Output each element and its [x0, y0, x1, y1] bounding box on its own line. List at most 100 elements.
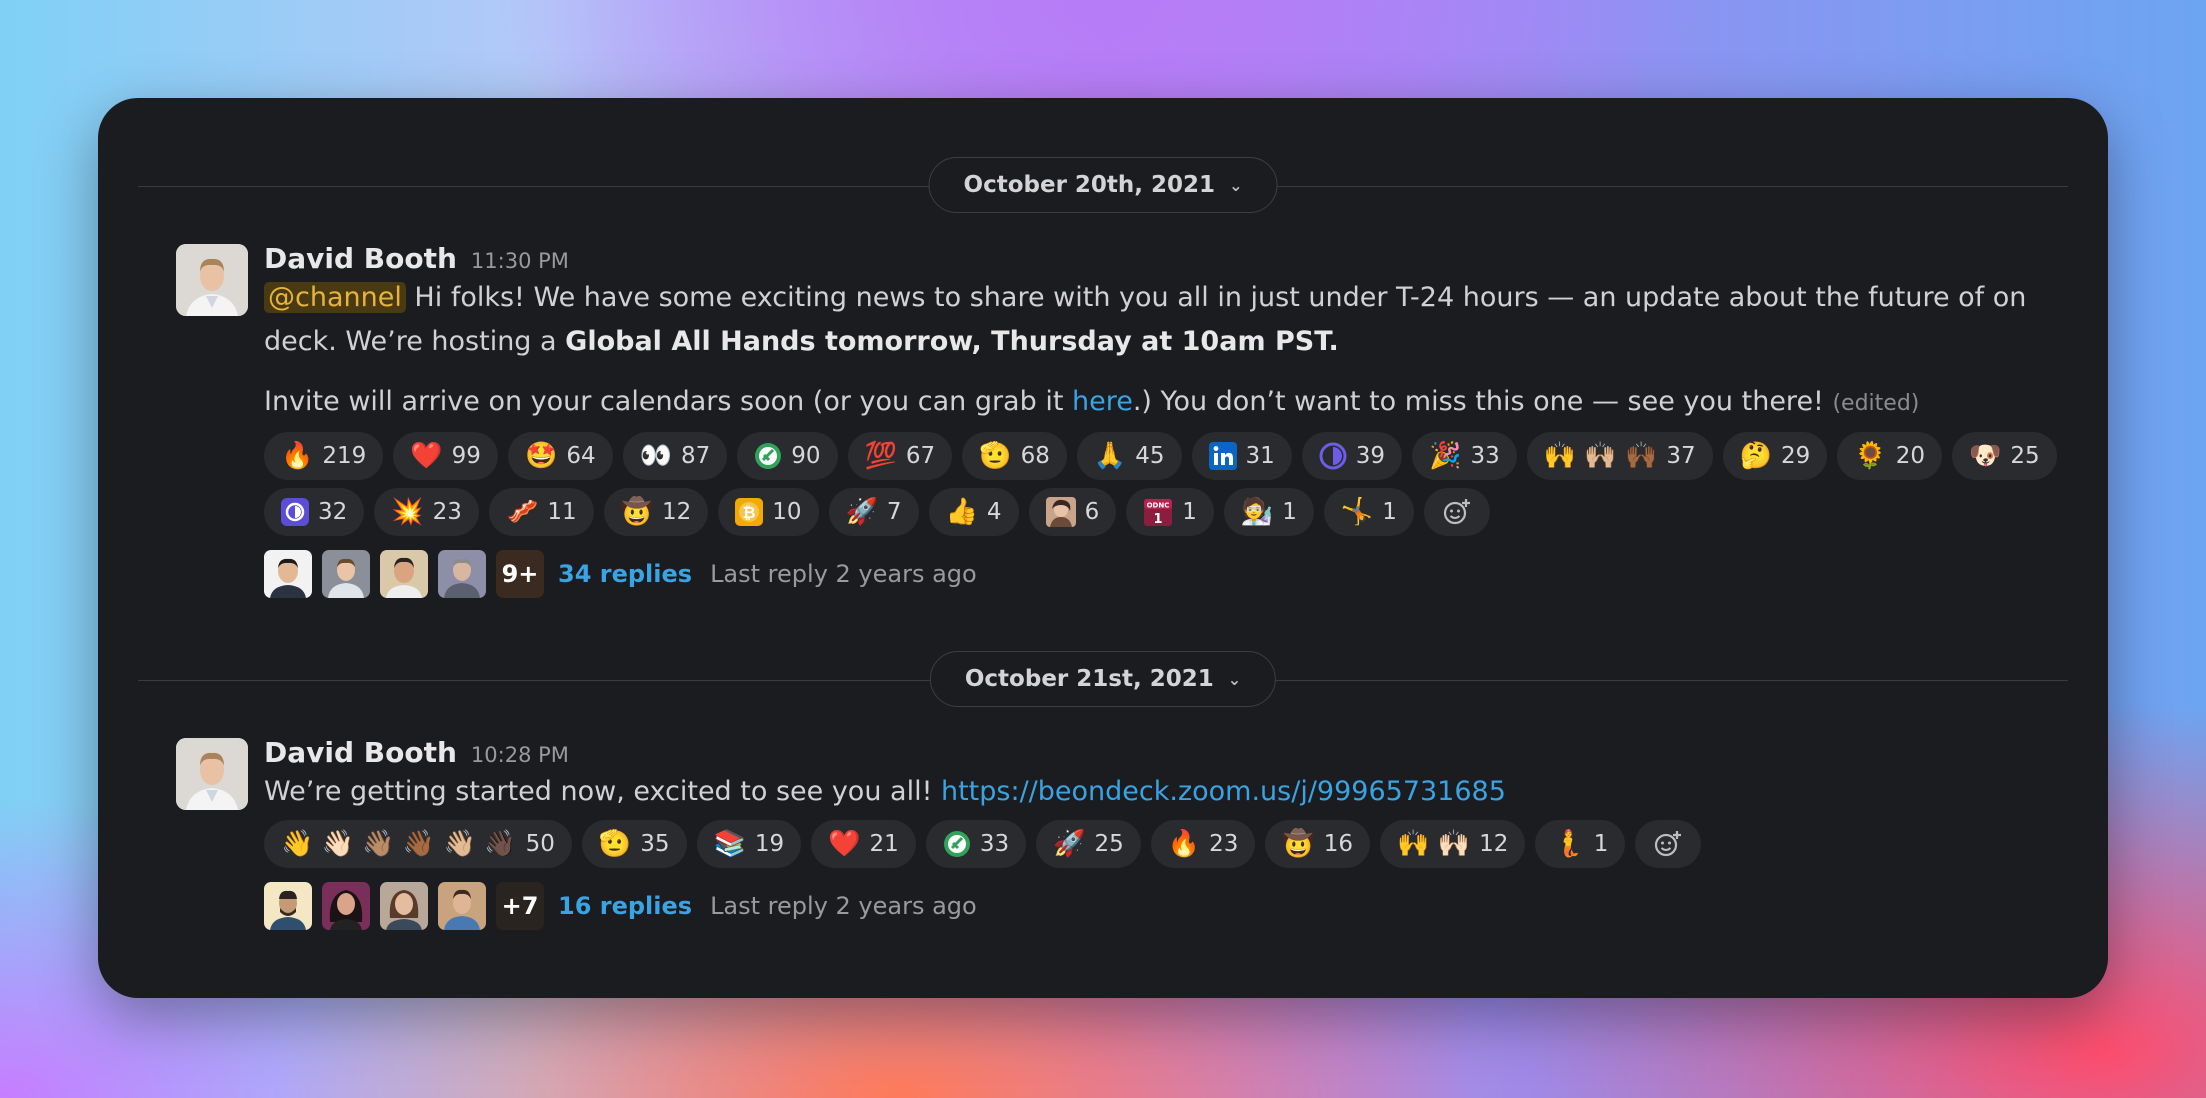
- reaction-count: 90: [791, 443, 821, 469]
- reaction-count: 50: [525, 831, 555, 857]
- reaction-books[interactable]: 📚 19: [696, 820, 802, 868]
- reaction-count: 25: [1094, 831, 1124, 857]
- books-icon: 📚: [713, 829, 746, 859]
- thread-summary[interactable]: +7 16 replies Last reply 2 years ago: [264, 882, 2068, 930]
- reaction-eyes[interactable]: 👀 87: [622, 432, 728, 480]
- replies-link[interactable]: 34 replies: [558, 560, 692, 588]
- reaction-tada[interactable]: 🎉 33: [1412, 432, 1517, 480]
- timestamp[interactable]: 10:28 PM: [471, 743, 569, 767]
- more-participants-badge: 9+: [496, 550, 544, 598]
- add-reaction-button[interactable]: [1635, 820, 1702, 868]
- reaction-custom-odnc[interactable]: ODNC 1 1: [1126, 488, 1214, 536]
- linkedin-icon: [1208, 442, 1237, 470]
- reaction-thinking[interactable]: 🤔 29: [1722, 432, 1828, 480]
- reaction-count: 19: [754, 831, 785, 857]
- reaction-linkedin[interactable]: 31: [1191, 432, 1292, 480]
- reaction-thumbsup[interactable]: 👍 4: [928, 488, 1019, 536]
- avatar[interactable]: [176, 738, 248, 810]
- last-reply-label: Last reply 2 years ago: [710, 560, 977, 588]
- date-divider: October 20th, 2021 ⌄: [138, 157, 2068, 215]
- thread-summary[interactable]: 9+ 34 replies Last reply 2 years ago: [264, 550, 2068, 598]
- thread-participant-avatar: [380, 882, 428, 930]
- reaction-cowboy[interactable]: 🤠 16: [1265, 820, 1371, 868]
- reaction-doge[interactable]: 🐶 25: [1951, 432, 2057, 480]
- star-struck-icon: 🤩: [524, 441, 558, 471]
- author-name[interactable]: David Booth: [264, 736, 457, 769]
- reaction-count: 99: [451, 443, 481, 469]
- date-jump-button[interactable]: October 21st, 2021 ⌄: [929, 651, 1277, 707]
- person-photo-icon: [322, 882, 370, 930]
- reaction-raised-hands[interactable]: 🙌 🙌🏼 🙌🏾 37: [1526, 432, 1713, 480]
- thread-participant-avatar: [322, 550, 370, 598]
- reaction-bitcoin[interactable]: ₿ 10: [718, 488, 819, 536]
- here-link[interactable]: here: [1072, 386, 1133, 417]
- reaction-star-struck[interactable]: 🤩 64: [507, 432, 613, 480]
- reaction-custom-purple-square[interactable]: 32: [264, 488, 365, 536]
- reaction-custom-purple-circle[interactable]: 39: [1301, 432, 1403, 480]
- reaction-sunflower[interactable]: 🌻 20: [1837, 432, 1942, 480]
- reaction-count: 16: [1323, 831, 1354, 857]
- person-photo-icon: [176, 738, 248, 810]
- reaction-count: 1: [1382, 499, 1397, 525]
- reaction-custom-green[interactable]: 90: [737, 432, 838, 480]
- svg-text:1: 1: [1154, 512, 1163, 527]
- thread-participant-avatar: [322, 882, 370, 930]
- reaction-rocket[interactable]: 🚀 7: [828, 488, 919, 536]
- reaction-count: 21: [869, 831, 899, 857]
- message-body: We’re getting started now, excited to se…: [264, 770, 2068, 814]
- reaction-wave[interactable]: 👋 👋🏻 👋🏽 👋🏾 👋🏼 👋🏿 50: [264, 820, 572, 868]
- collision-icon: 💥: [391, 497, 424, 527]
- reaction-salute[interactable]: 🫡 68: [962, 432, 1067, 480]
- reaction-count: 23: [1209, 831, 1239, 857]
- reaction-heart[interactable]: ❤️ 99: [393, 432, 498, 480]
- zoom-link[interactable]: https://beondeck.zoom.us/j/99965731685: [941, 776, 1506, 807]
- timestamp[interactable]: 11:30 PM: [471, 249, 569, 273]
- channel-mention[interactable]: @channel: [264, 282, 406, 313]
- reaction-count: 39: [1355, 443, 1386, 469]
- add-reaction-button[interactable]: [1423, 488, 1490, 536]
- reaction-count: 1: [1593, 831, 1609, 857]
- reaction-count: 31: [1245, 443, 1275, 469]
- reaction-boom[interactable]: 💥 23: [374, 488, 479, 536]
- reaction-count: 33: [979, 831, 1010, 857]
- reaction-count: 45: [1135, 443, 1165, 469]
- reaction-fire[interactable]: 🔥 219: [264, 432, 384, 480]
- reaction-pray[interactable]: 🙏 45: [1076, 432, 1182, 480]
- reaction-custom-face[interactable]: 6: [1028, 488, 1117, 536]
- edited-label: (edited): [1832, 391, 1920, 416]
- reaction-rocket[interactable]: 🚀 25: [1036, 820, 1141, 868]
- reaction-count: 1: [1182, 499, 1197, 525]
- fire-icon: 🔥: [1167, 829, 1201, 859]
- reaction-100[interactable]: 💯 67: [847, 432, 953, 480]
- reaction-heart[interactable]: ❤️ 21: [811, 820, 916, 868]
- reaction-raised-hands[interactable]: 🙌 🙌🏻 12: [1380, 820, 1526, 868]
- reaction-salute[interactable]: 🫡 35: [581, 820, 687, 868]
- reaction-fire[interactable]: 🔥 23: [1150, 820, 1256, 868]
- purple-square-logo-icon: [281, 498, 309, 526]
- reaction-count: 29: [1781, 443, 1811, 469]
- reaction-merperson[interactable]: 🧜 1: [1535, 820, 1626, 868]
- avatar[interactable]: [176, 244, 248, 316]
- hundred-points-icon: 💯: [864, 441, 897, 471]
- salute-face-icon: 🫡: [598, 829, 632, 859]
- reaction-custom-green[interactable]: 33: [925, 820, 1027, 868]
- reaction-scientist[interactable]: 🧑‍🔬 1: [1223, 488, 1314, 536]
- replies-link[interactable]: 16 replies: [558, 892, 692, 920]
- rocket-icon: 🚀: [1053, 829, 1086, 859]
- reactions-bar: 👋 👋🏻 👋🏽 👋🏾 👋🏼 👋🏿 50 🫡 35 📚 19 ❤️ 21 33 🚀 25 🔥…: [264, 820, 2068, 868]
- author-name[interactable]: David Booth: [264, 242, 457, 275]
- reaction-count: 67: [905, 443, 936, 469]
- reaction-bacon[interactable]: 🥓 11: [488, 488, 594, 536]
- chevron-down-icon: ⌄: [1227, 669, 1242, 689]
- reaction-count: 37: [1666, 443, 1696, 469]
- date-jump-button[interactable]: October 20th, 2021 ⌄: [928, 157, 1278, 213]
- reaction-count: 11: [547, 499, 577, 525]
- reaction-count: 87: [680, 443, 711, 469]
- svg-text:ODNC: ODNC: [1147, 502, 1170, 510]
- thread-participant-avatar: [438, 550, 486, 598]
- reaction-count: 7: [886, 499, 902, 525]
- face-photo-icon: [1045, 497, 1076, 527]
- person-photo-icon: [264, 550, 312, 598]
- reaction-cowboy[interactable]: 🤠 12: [603, 488, 709, 536]
- reaction-cartwheel[interactable]: 🤸 1: [1323, 488, 1414, 536]
